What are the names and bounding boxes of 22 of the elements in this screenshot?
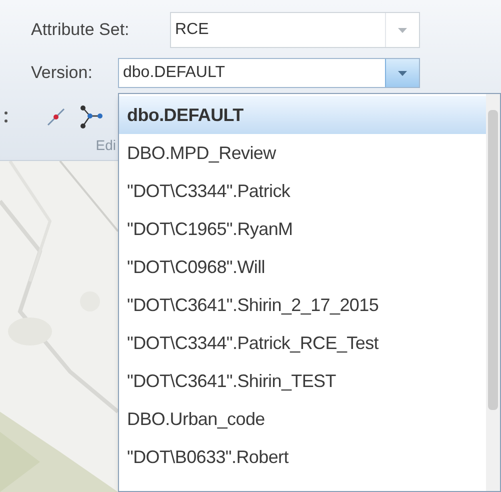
version-option[interactable]: "DOT\B0633".Robert <box>119 438 486 476</box>
sketch-line-icon[interactable] <box>46 107 66 127</box>
version-option[interactable]: DBO.MPD_Review <box>119 134 486 172</box>
version-option[interactable]: DBO.Urban_code <box>119 400 486 438</box>
grip-icon[interactable] <box>4 110 8 124</box>
version-label: Version: <box>31 62 94 84</box>
version-option[interactable]: "DOT\C3344".Patrick <box>119 172 486 210</box>
attribute-set-dropdown[interactable]: RCE <box>170 12 420 48</box>
scrollbar[interactable] <box>486 94 500 491</box>
dropdown-button[interactable] <box>385 59 419 87</box>
version-option[interactable]: "DOT\C3641".Shirin_TEST <box>119 362 486 400</box>
version-option[interactable]: "DOT\C3641".Shirin_2_17_2015 <box>119 286 486 324</box>
caret-icon <box>398 70 407 76</box>
version-dropdown[interactable]: dbo.DEFAULT <box>118 58 420 88</box>
version-option[interactable]: dbo.DEFAULT <box>119 96 486 134</box>
version-option[interactable]: "DOT\C0968".Will <box>119 248 486 286</box>
toolbar-group-label: Edi <box>96 136 117 155</box>
version-option[interactable]: "DOT\C1965".RyanM <box>119 210 486 248</box>
caret-icon <box>398 28 407 32</box>
attribute-set-label: Attribute Set: <box>31 19 130 42</box>
version-option[interactable]: "DOT\C3344".Patrick_RCE_Test <box>119 324 486 362</box>
vertices-icon[interactable] <box>80 104 104 130</box>
